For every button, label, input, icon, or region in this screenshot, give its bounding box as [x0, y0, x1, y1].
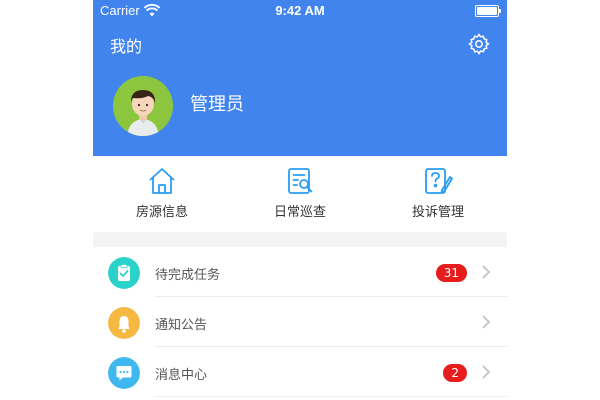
menu-list: 待完成任务 31 通知公告 消息中心 2	[93, 247, 507, 397]
quick-action-daily-inspection[interactable]: 日常巡查	[231, 156, 369, 232]
menu-item-label: 通知公告	[155, 318, 208, 333]
quick-action-label: 日常巡查	[273, 205, 326, 220]
count-badge: 2	[443, 364, 467, 382]
quick-action-complaint-management[interactable]: 投诉管理	[369, 156, 507, 232]
menu-item-message-center[interactable]: 消息中心 2	[93, 347, 507, 397]
chevron-right-icon	[482, 365, 491, 379]
inspection-doc-icon	[288, 168, 313, 194]
avatar-illustration	[113, 76, 173, 136]
chevron-right-icon	[482, 265, 491, 279]
house-icon	[149, 168, 175, 194]
profile-header: 我的 管理员	[93, 0, 507, 156]
menu-item-label: 待完成任务	[155, 268, 221, 283]
complaint-icon	[425, 168, 453, 194]
quick-action-label: 房源信息	[135, 205, 188, 220]
bell-icon	[108, 307, 140, 339]
quick-action-house-info[interactable]: 房源信息	[93, 156, 231, 232]
section-separator	[93, 232, 507, 247]
menu-item-pending-tasks[interactable]: 待完成任务 31	[93, 247, 507, 297]
quick-action-label: 投诉管理	[411, 205, 464, 220]
chat-bubble-icon	[108, 357, 140, 389]
quick-actions: 房源信息 日常巡查 投诉管理	[93, 156, 507, 232]
battery-icon	[475, 5, 501, 17]
phone-screen: 我的 管理员 Carrier 9:42 AM 房源信息 日常巡查 投诉管理 待完…	[93, 0, 507, 400]
page-title: 我的	[110, 37, 143, 56]
gear-icon[interactable]	[467, 32, 491, 56]
clipboard-check-icon	[108, 257, 140, 289]
menu-item-label: 消息中心	[155, 368, 208, 383]
count-badge: 31	[435, 264, 467, 282]
status-time: 9:42 AM	[275, 3, 325, 18]
menu-item-announcements[interactable]: 通知公告	[93, 297, 507, 347]
username: 管理员	[190, 94, 244, 115]
avatar[interactable]	[113, 76, 173, 136]
chevron-right-icon	[482, 315, 491, 329]
row-divider	[155, 396, 507, 397]
status-bar: Carrier 9:42 AM	[93, 0, 507, 22]
